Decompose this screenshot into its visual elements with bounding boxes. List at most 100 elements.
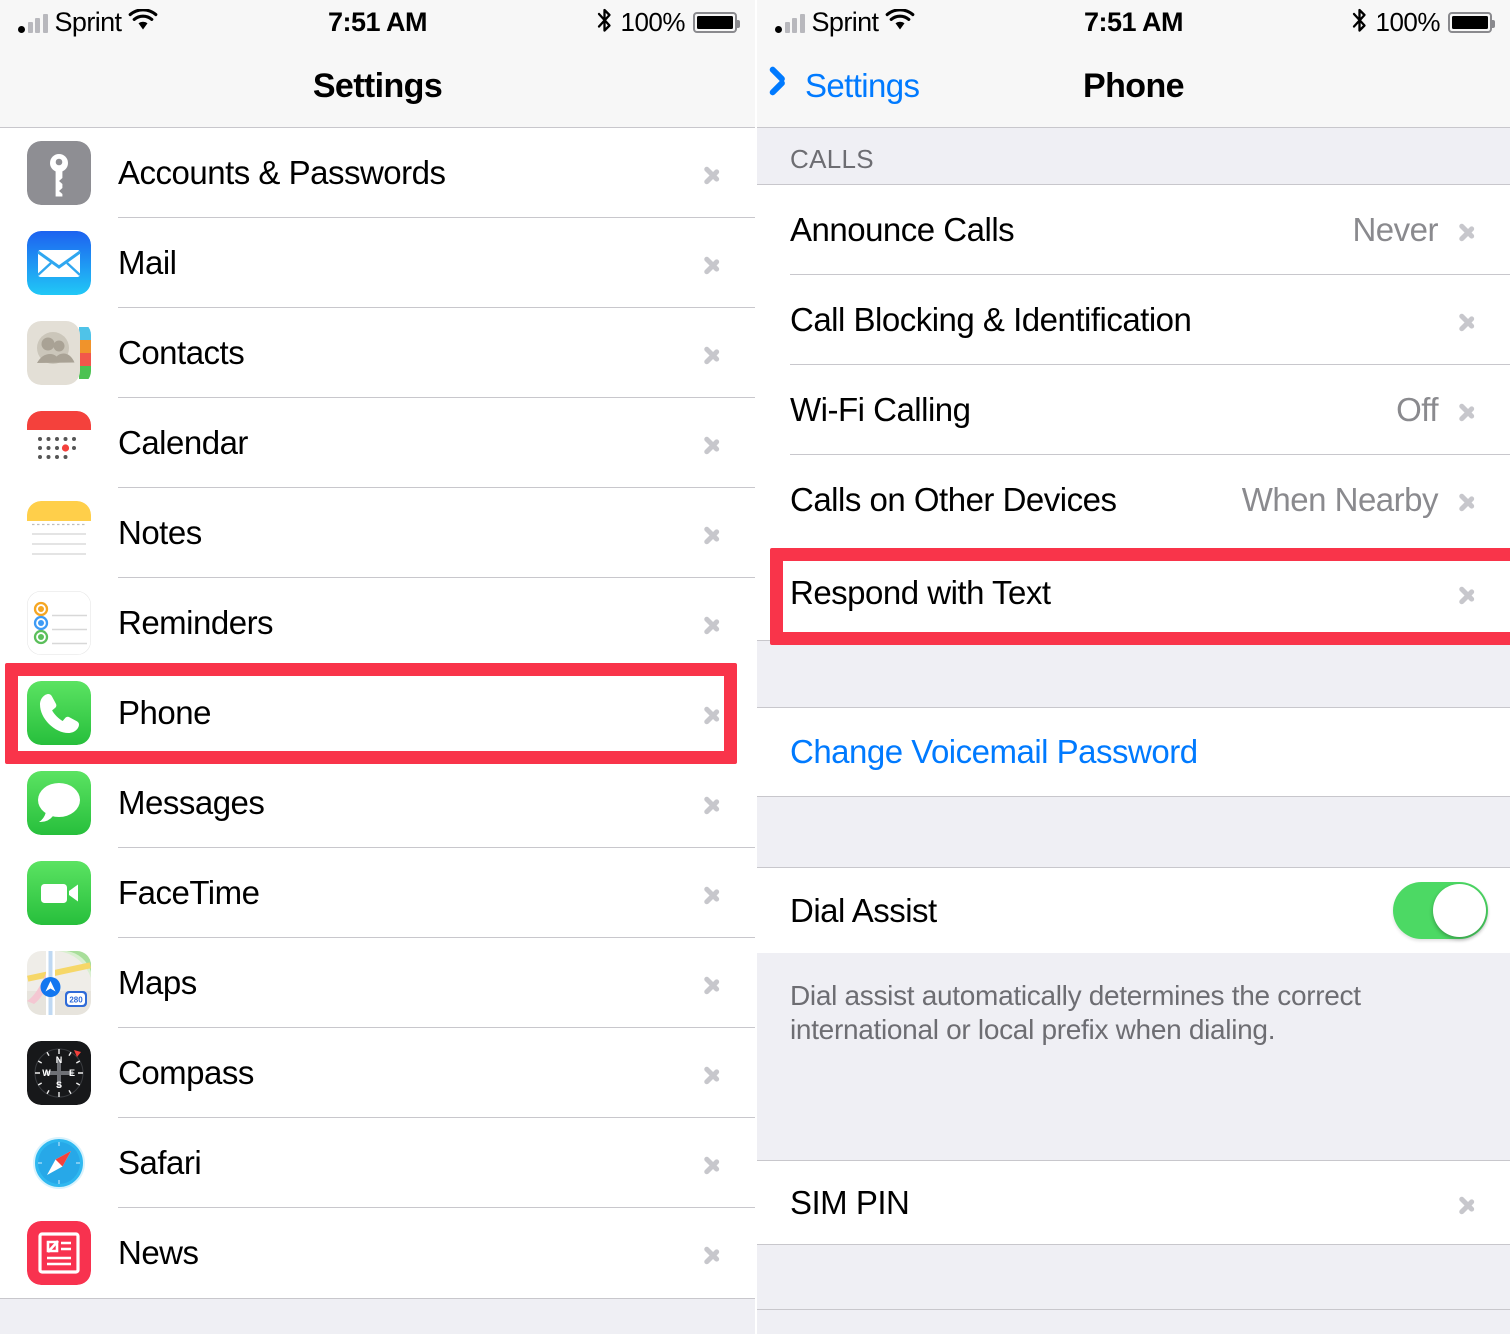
bluetooth-icon [1351,7,1368,39]
section-header-label: CALLS [790,144,874,174]
maps-icon: 280 [27,951,91,1015]
row-wifi-calling[interactable]: Wi-Fi Calling Off [757,365,1510,455]
facetime-icon [27,861,91,925]
sidebar-item-label: News [118,1234,199,1271]
svg-text:S: S [56,1080,62,1090]
compass-icon: N S W E [27,1041,91,1105]
chevron-left-icon [781,72,797,100]
battery-percent-label: 100% [1375,7,1441,37]
svg-text:E: E [69,1068,75,1078]
sidebar-item-mail[interactable]: Mail [0,218,755,308]
phone-icon [27,681,91,745]
settings-screen: Sprint 7:51 AM 100% Settings Accounts & … [0,0,755,1334]
settings-nav-bar: Settings [0,45,755,128]
sidebar-item-label: Messages [118,784,265,821]
sidebar-item-calendar[interactable]: Calendar [0,398,755,488]
chevron-right-icon [1460,581,1474,605]
chevron-right-icon [1460,218,1474,242]
sidebar-item-reminders[interactable]: Reminders [0,578,755,668]
svg-text:W: W [42,1068,51,1078]
chevron-right-icon [705,701,719,725]
sidebar-item-compass[interactable]: N S W E Compass [0,1028,755,1118]
dial-assist-list: Dial Assist [757,868,1510,953]
toggle-knob [1433,884,1486,937]
section-gap-2 [757,796,1510,868]
chevron-right-icon [1460,1191,1474,1215]
row-change-voicemail-password[interactable]: Change Voicemail Password [757,708,1510,796]
news-icon [27,1221,91,1285]
sidebar-item-label: Accounts & Passwords [118,154,446,191]
sidebar-item-facetime[interactable]: FaceTime [0,848,755,938]
list-bottom-separator [0,1298,755,1299]
chevron-right-icon [705,341,719,365]
back-button[interactable]: Settings [781,67,920,105]
reminders-icon [27,591,91,655]
row-announce-calls[interactable]: Announce Calls Never [757,185,1510,275]
chevron-right-icon [705,431,719,455]
sidebar-item-contacts[interactable]: Contacts [0,308,755,398]
row-label: Announce Calls [790,211,1015,248]
sidebar-item-maps[interactable]: 280 Maps [0,938,755,1028]
sidebar-item-news[interactable]: News [0,1208,755,1298]
sidebar-item-notes[interactable]: Notes [0,488,755,578]
chevron-right-icon [1460,308,1474,332]
notes-icon [27,501,91,565]
key-icon [27,141,91,205]
row-dial-assist[interactable]: Dial Assist [757,868,1510,953]
chevron-right-icon [705,971,719,995]
status-bar-right-group: 100% [596,7,740,39]
chevron-right-icon [705,161,719,185]
dial-assist-toggle[interactable] [1393,882,1488,939]
row-label: Calls on Other Devices [790,481,1117,518]
svg-text:N: N [56,1055,63,1065]
sidebar-item-label: Safari [118,1144,202,1181]
row-calls-on-other-devices[interactable]: Calls on Other Devices When Nearby [757,455,1510,545]
phone-nav-bar: Settings Phone [757,45,1510,128]
row-label: Respond with Text [790,573,1051,611]
change-voicemail-password-link: Change Voicemail Password [790,733,1198,770]
contacts-icon [27,321,91,385]
svg-text:280: 280 [69,996,83,1005]
calendar-icon [27,411,91,475]
row-respond-with-text[interactable]: Respond with Text [757,545,1510,640]
sidebar-item-label: Compass [118,1054,254,1091]
chevron-right-icon [705,1151,719,1175]
safari-icon [27,1131,91,1195]
status-bar-right-group: 100% [1351,7,1495,39]
section-gap-3 [757,1244,1510,1310]
sim-pin-list: SIM PIN [757,1161,1510,1244]
row-sim-pin[interactable]: SIM PIN [757,1161,1510,1244]
chevron-right-icon [705,251,719,275]
status-bar-right: Sprint 7:51 AM 100% [757,0,1510,45]
sidebar-item-label: Contacts [118,334,245,371]
chevron-right-icon [1460,488,1474,512]
dial-assist-footnote-text: Dial assist automatically determines the… [790,980,1361,1045]
chevron-right-icon [705,791,719,815]
row-value: When Nearby [1241,481,1439,518]
status-bar-left: Sprint 7:51 AM 100% [0,0,755,45]
row-label: SIM PIN [790,1183,910,1221]
dual-screenshot-container: Sprint 7:51 AM 100% Settings Accounts & … [0,0,1510,1334]
row-label: Wi-Fi Calling [790,391,971,428]
dial-assist-footnote: Dial assist automatically determines the… [757,953,1510,1161]
sidebar-item-label: Reminders [118,604,274,641]
sidebar-item-label: Maps [118,964,197,1001]
sidebar-item-safari[interactable]: Safari [0,1118,755,1208]
battery-full-icon [1448,12,1495,33]
row-label: Dial Assist [790,891,937,929]
sidebar-item-accounts-passwords[interactable]: Accounts & Passwords [0,128,755,218]
bluetooth-icon [596,7,613,39]
sidebar-item-messages[interactable]: Messages [0,758,755,848]
calls-list: Announce Calls Never Call Blocking & Ide… [757,185,1510,640]
battery-percent-label: 100% [620,7,686,37]
chevron-right-icon [1460,398,1474,422]
sidebar-item-label: Mail [118,244,177,281]
chevron-right-icon [705,881,719,905]
back-button-label: Settings [805,67,920,104]
row-call-blocking-identification[interactable]: Call Blocking & Identification [757,275,1510,365]
section-header-calls: CALLS [757,128,1510,185]
sidebar-item-phone[interactable]: Phone [0,668,755,758]
section-gap-1 [757,640,1510,708]
chevron-right-icon [705,521,719,545]
chevron-right-icon [705,611,719,635]
